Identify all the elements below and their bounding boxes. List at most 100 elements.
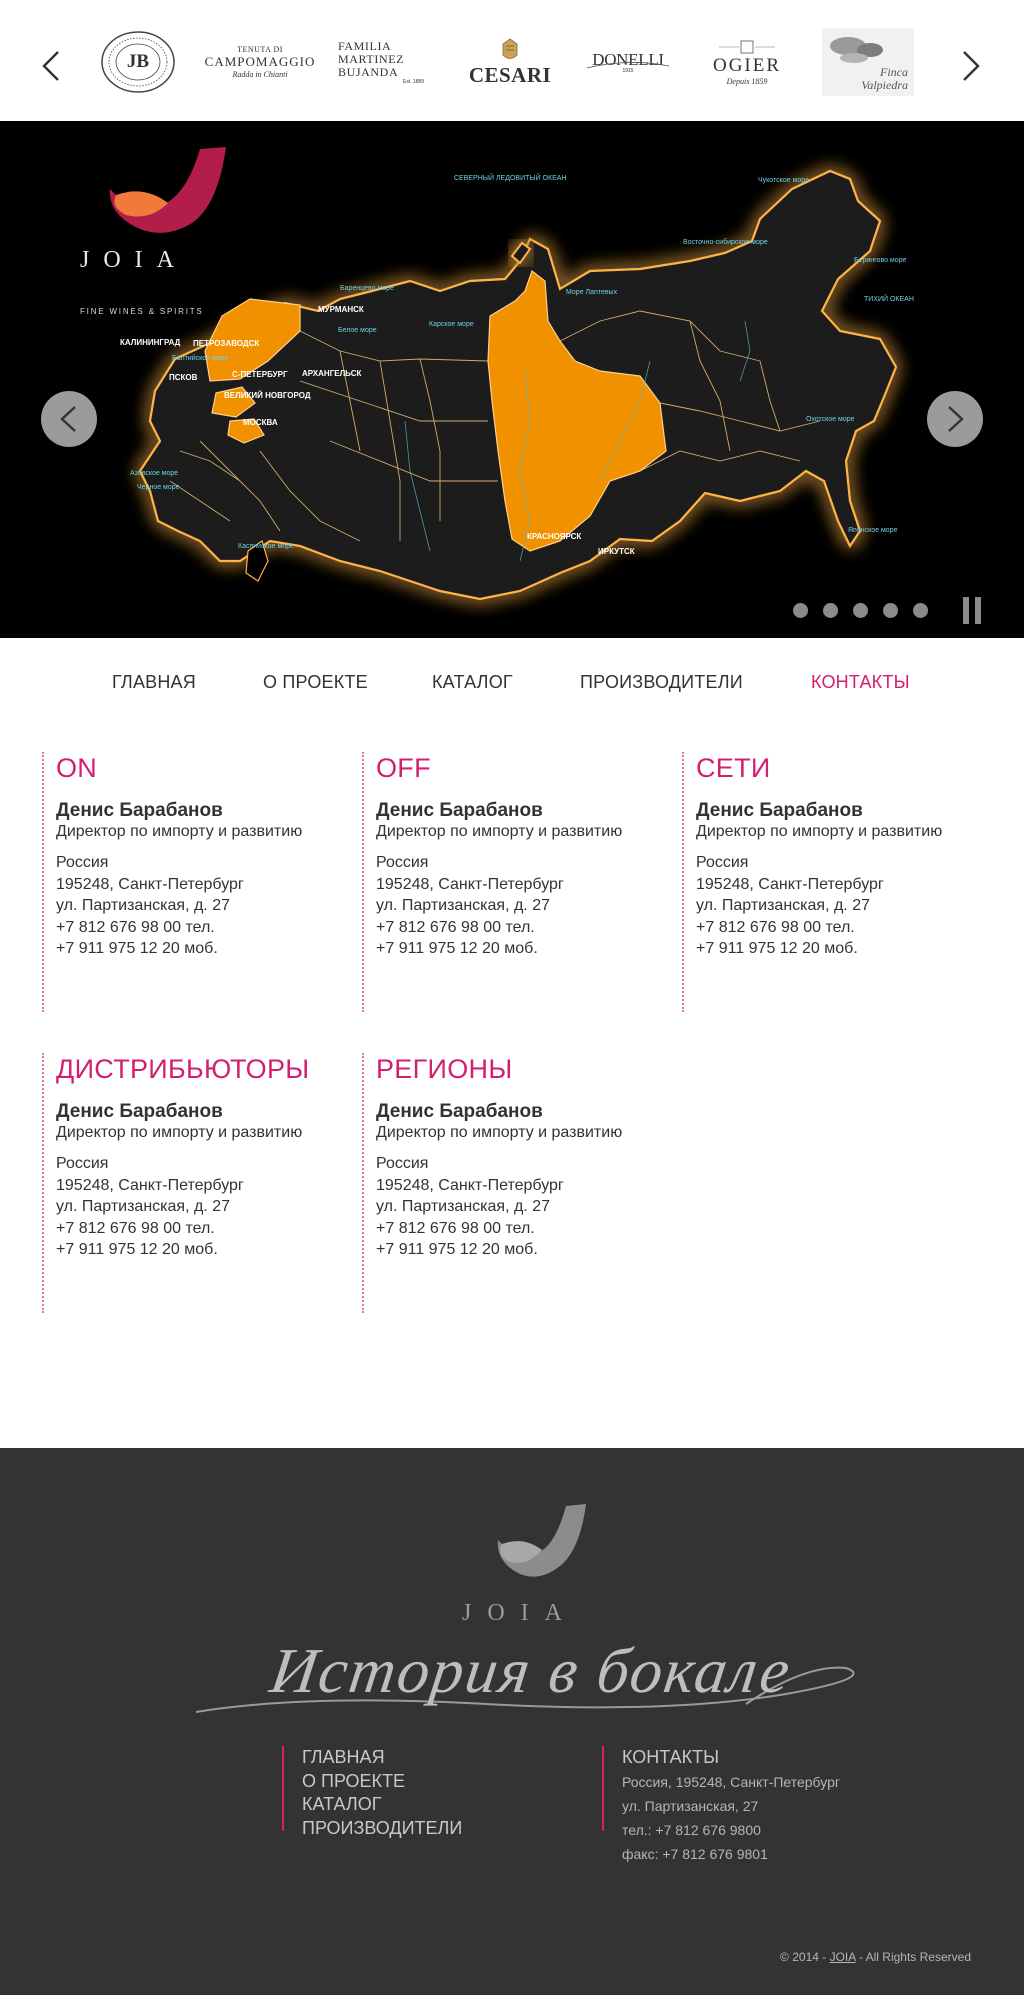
footer-slogan-text: История в бокале [266, 1635, 797, 1706]
hero-slider: СЕВЕРНЫЙ ЛЕДОВИТЫЙ ОКЕАН Чукотское море … [0, 121, 1024, 638]
joia-emblem-icon [109, 147, 226, 233]
footer-nav-catalog[interactable]: КАТАЛОГ [302, 1793, 462, 1817]
ogier-emblem-icon [719, 40, 775, 53]
slider-dot[interactable] [883, 603, 898, 618]
contact-street: ул. Партизанская, д. 27 [376, 897, 550, 914]
nav-item-contacts[interactable]: КОНТАКТЫ [811, 672, 910, 693]
brand-next-button[interactable] [956, 38, 986, 94]
map-label-sea: Море Лаптевых [566, 289, 618, 296]
footer-address-line1: Россия, 195248, Санкт-Петербург [622, 1773, 840, 1790]
contact-country: Россия [696, 854, 749, 871]
slider-dot[interactable] [853, 603, 868, 618]
joia-logo[interactable]: JOIA FINE WINES & SPIRITS [70, 145, 230, 316]
map-city: С-ПЕТЕРБУРГ [232, 370, 288, 379]
brand-logo-donelli[interactable]: DONELLI 1915 [583, 28, 673, 96]
brand-logo-ogier[interactable]: OGIER Depuis 1859 [702, 28, 792, 96]
contact-city: 195248, Санкт-Петербург [56, 1176, 244, 1194]
contact-phone[interactable]: +7 812 676 98 00 тел. [56, 917, 342, 939]
contact-mobile[interactable]: +7 911 975 12 20 моб. [376, 1239, 662, 1261]
map-city: КРАСНОЯРСК [527, 532, 582, 541]
map-label-sea: Азовское море [130, 470, 179, 477]
main-nav: ГЛАВНАЯ О ПРОЕКТЕ КАТАЛОГ ПРОИЗВОДИТЕЛИ … [0, 672, 1024, 702]
contact-city: 195248, Санкт-Петербург [696, 875, 884, 893]
contact-card-title: РЕГИОНЫ [376, 1054, 513, 1084]
joia-emblem-icon [497, 1504, 586, 1577]
slider-dot[interactable] [793, 603, 808, 618]
contact-phone[interactable]: +7 812 676 98 00 тел. [376, 1218, 662, 1240]
contact-card-title: СЕТИ [696, 753, 771, 783]
contact-card-title: ON [56, 753, 98, 783]
contact-country: Россия [56, 1155, 109, 1172]
contact-phone[interactable]: +7 812 676 98 00 тел. [376, 917, 662, 939]
nav-item-producers[interactable]: ПРОИЗВОДИТЕЛИ [580, 672, 743, 693]
contact-phone[interactable]: +7 812 676 98 00 тел. [56, 1218, 342, 1240]
chevron-right-icon [963, 51, 980, 81]
copyright: © 2014 - JOIA - All Rights Reserved [0, 1950, 971, 1964]
campomaggio-line2: CAMPOMAGGIO [204, 54, 316, 69]
contact-country: Россия [376, 1155, 429, 1172]
footer-nav-about[interactable]: О ПРОЕКТЕ [302, 1770, 462, 1794]
map-label-sea: СЕВЕРНЫЙ ЛЕДОВИТЫЙ ОКЕАН [454, 175, 567, 182]
contact-card-off: OFF Денис Барабанов Директор по импорту … [362, 752, 662, 1012]
contact-city: 195248, Санкт-Петербург [376, 875, 564, 893]
footer-contacts: КОНТАКТЫ Россия, 195248, Санкт-Петербург… [602, 1746, 840, 1862]
familia-line1: FAMILIA [338, 38, 392, 53]
contact-mobile[interactable]: +7 911 975 12 20 моб. [376, 938, 662, 960]
footer-slogan: История в бокале [186, 1634, 876, 1744]
map-city: АРХАНГЕЛЬСК [302, 369, 362, 378]
contact-name: Денис Барабанов [376, 1101, 543, 1122]
map-label-sea: Японское море [848, 527, 898, 534]
brand-logo-cesari[interactable]: CESARI [462, 28, 558, 96]
contact-street: ул. Партизанская, д. 27 [376, 1198, 550, 1215]
footer-nav-producers[interactable]: ПРОИЗВОДИТЕЛИ [302, 1817, 462, 1841]
contact-city: 195248, Санкт-Петербург [56, 875, 244, 893]
footer-phone[interactable]: тел.: +7 812 676 9800 [622, 1818, 840, 1842]
brand-prev-button[interactable] [36, 38, 66, 94]
chevron-left-icon [60, 406, 76, 432]
contact-card-on: ON Денис Барабанов Директор по импорту и… [42, 752, 342, 1012]
contact-mobile[interactable]: +7 911 975 12 20 моб. [696, 938, 982, 960]
map-city: КАЛИНИНГРАД [120, 338, 181, 347]
contact-role: Директор по импорту и развитию [376, 823, 623, 840]
footer-nav-home[interactable]: ГЛАВНАЯ [302, 1746, 462, 1770]
ballestri-mark: JB [126, 51, 150, 72]
footer-fax: факс: +7 812 676 9801 [622, 1845, 768, 1862]
map-city: МУРМАНСК [318, 305, 364, 314]
nav-item-home[interactable]: ГЛАВНАЯ [112, 672, 196, 693]
map-label-sea: Карское море [429, 321, 474, 328]
campomaggio-line3: Radda in Chianti [232, 70, 288, 79]
brand-logo-finca-valpiedra[interactable]: Finca Valpiedra [822, 28, 914, 96]
familia-line2: MARTINEZ [338, 51, 405, 66]
slider-dots [793, 603, 928, 619]
brand-logo-campomaggio[interactable]: TENUTA DI CAMPOMAGGIO Radda in Chianti [205, 28, 315, 96]
contact-name: Денис Барабанов [56, 1101, 223, 1122]
chevron-right-icon [948, 406, 964, 432]
footer-nav: ГЛАВНАЯ О ПРОЕКТЕ КАТАЛОГ ПРОИЗВОДИТЕЛИ [282, 1746, 462, 1838]
map-label-sea: Каспийское море [238, 543, 294, 550]
contact-mobile[interactable]: +7 911 975 12 20 моб. [56, 938, 342, 960]
contact-mobile[interactable]: +7 911 975 12 20 моб. [56, 1239, 342, 1261]
contact-card-networks: СЕТИ Денис Барабанов Директор по импорту… [682, 752, 982, 1012]
finca-line2: Valpiedra [861, 78, 908, 92]
footer: JOIA История в бокале ГЛАВНАЯ О ПРОЕКТЕ … [0, 1448, 1024, 1995]
slider-dot[interactable] [823, 603, 838, 618]
slider-dot[interactable] [913, 603, 928, 618]
nav-item-catalog[interactable]: КАТАЛОГ [432, 672, 513, 693]
slider-pause-button[interactable] [963, 597, 983, 624]
map-label-sea: Белое море [338, 327, 377, 334]
copyright-brand-link[interactable]: JOIA [830, 1950, 856, 1964]
brand-logo-martinez-bujanda[interactable]: FAMILIA MARTINEZ BUJANDA Est. 1889 [338, 28, 424, 96]
slider-prev-button[interactable] [41, 391, 97, 447]
brand-carousel: JB TENUTA DI CAMPOMAGGIO Radda in Chiant… [0, 0, 1024, 121]
chevron-left-icon [42, 51, 59, 81]
map-city: ПСКОВ [169, 373, 198, 382]
contact-card-regions: РЕГИОНЫ Денис Барабанов Директор по импо… [362, 1053, 662, 1313]
brand-logo-ballestri[interactable]: JB [100, 28, 176, 96]
footer-contacts-title[interactable]: КОНТАКТЫ [622, 1746, 840, 1770]
contact-phone[interactable]: +7 812 676 98 00 тел. [696, 917, 982, 939]
slider-next-button[interactable] [927, 391, 983, 447]
contact-role: Директор по импорту и развитию [376, 1124, 623, 1141]
map-city: МОСКВА [243, 418, 278, 427]
nav-item-about[interactable]: О ПРОЕКТЕ [263, 672, 368, 693]
joia-tagline: FINE WINES & SPIRITS [80, 307, 204, 316]
